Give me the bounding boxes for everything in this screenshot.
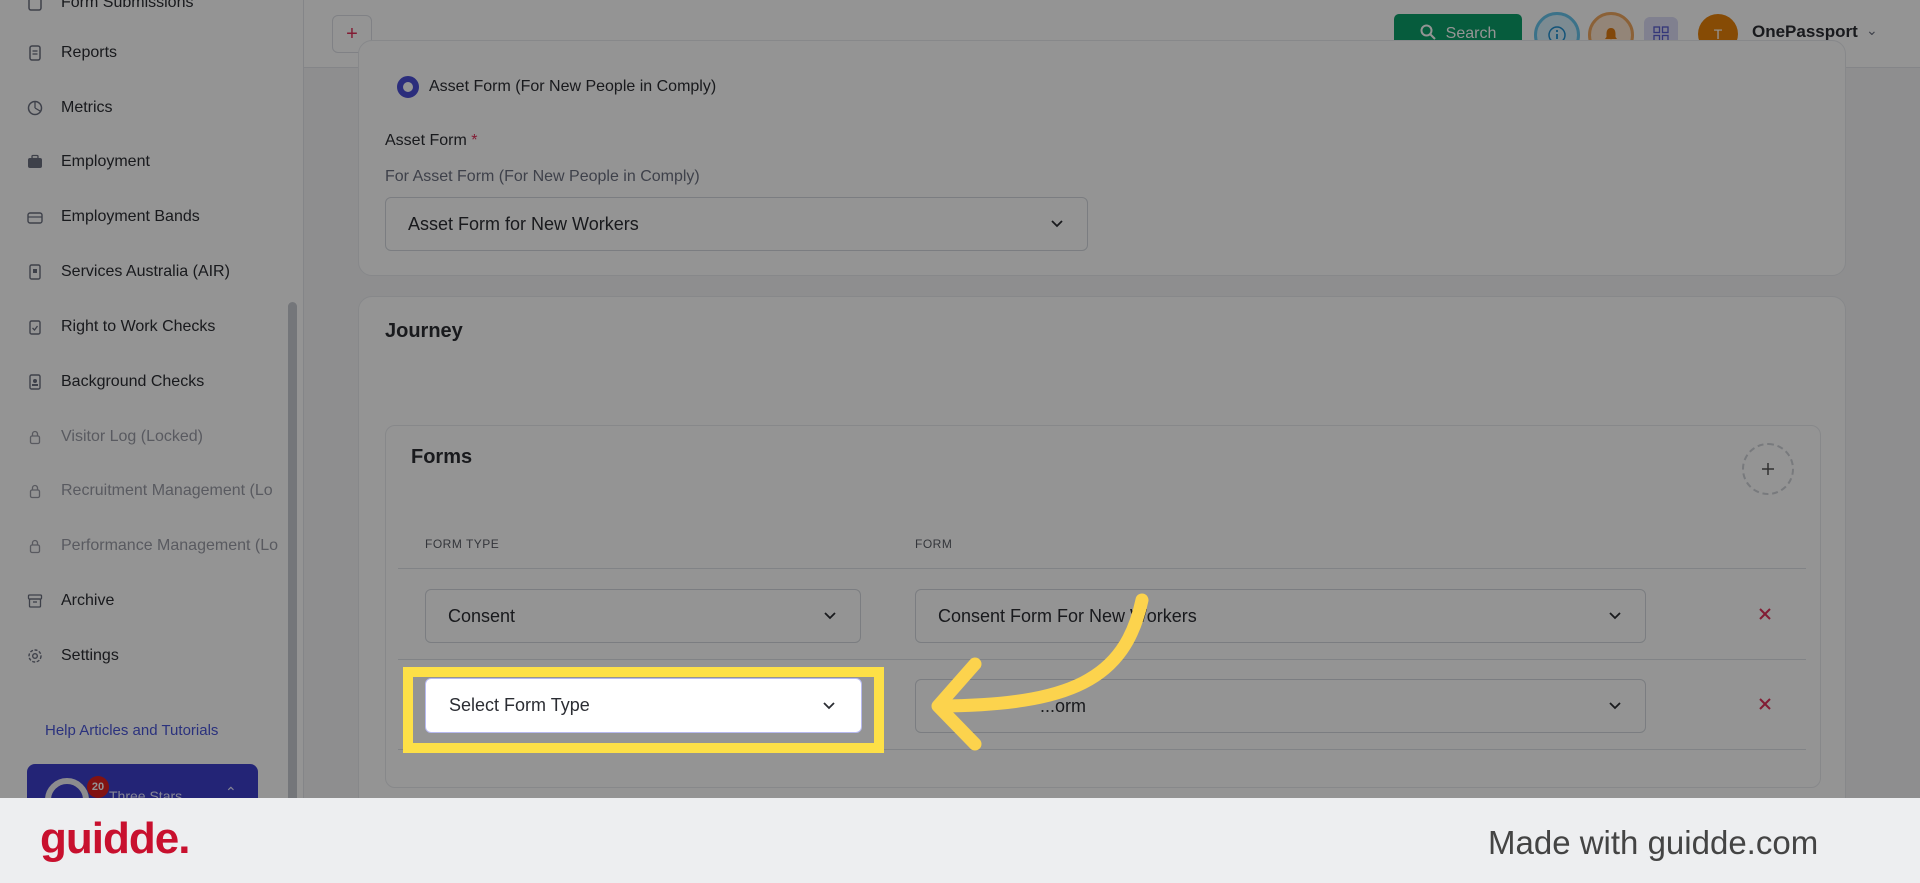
- select-placeholder: Select Form Type: [449, 695, 590, 715]
- made-with-text: Made with guidde.com: [1488, 824, 1819, 861]
- chevron-down-icon: [823, 702, 835, 710]
- guidde-logo: guidde.: [40, 814, 190, 863]
- form-type-select-row-2[interactable]: Select Form Type: [425, 678, 862, 733]
- tutorial-arrow-icon: [931, 593, 1149, 751]
